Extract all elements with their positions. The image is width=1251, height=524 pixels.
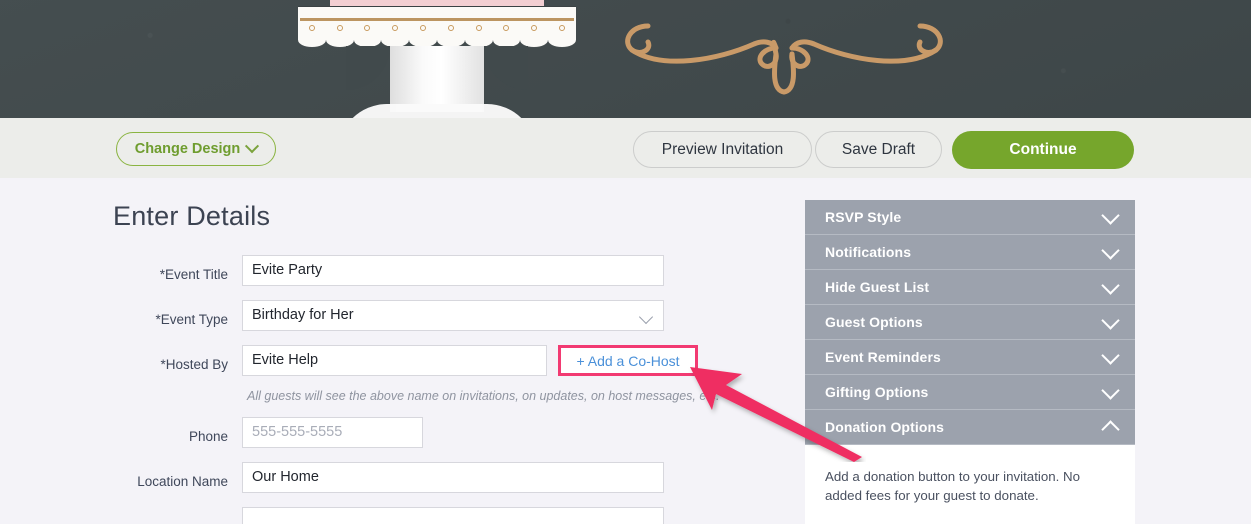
cake-script-text: Cheers: [344, 0, 530, 2]
form-row-phone: Phone: [0, 417, 800, 448]
evite-create-event-page: Cheers: [0, 0, 1251, 524]
preview-invitation-button[interactable]: Preview Invitation: [633, 131, 812, 168]
accordion-notifications[interactable]: Notifications: [805, 235, 1135, 270]
hosted-by-input[interactable]: [242, 345, 547, 376]
cake-illustration: Cheers: [298, 0, 576, 118]
accordion-label: Gifting Options: [825, 384, 929, 400]
chevron-up-icon: [1101, 419, 1120, 439]
chevron-down-icon: [1101, 310, 1120, 330]
chevron-down-icon: [1101, 205, 1120, 225]
donation-options-body: Add a donation button to your invitation…: [805, 445, 1135, 524]
add-co-host-link[interactable]: + Add a Co-Host: [558, 345, 698, 376]
location-name-label: Location Name: [137, 474, 228, 489]
accordion-event-reminders[interactable]: Event Reminders: [805, 340, 1135, 375]
phone-input[interactable]: [242, 417, 423, 448]
accordion-label: Notifications: [825, 244, 912, 260]
gold-flourish-icon: [625, 23, 943, 95]
chevron-down-icon: [1101, 345, 1120, 365]
cake-stand-gold-line: [300, 18, 574, 21]
change-design-button[interactable]: Change Design: [116, 132, 276, 166]
chevron-down-icon: [1101, 240, 1120, 260]
accordion-donation-options[interactable]: Donation Options: [805, 410, 1135, 445]
page-title: Enter Details: [113, 201, 271, 231]
save-draft-button[interactable]: Save Draft: [815, 131, 942, 168]
cake-stand-gold-dots: [298, 24, 576, 32]
event-title-input[interactable]: [242, 255, 664, 286]
chevron-down-icon: [1101, 380, 1120, 400]
accordion-guest-options[interactable]: Guest Options: [805, 305, 1135, 340]
form-row-location-name: Location Name: [0, 462, 800, 493]
accordion-label: Guest Options: [825, 314, 923, 330]
change-design-label: Change Design: [134, 141, 241, 157]
continue-button[interactable]: Continue: [952, 131, 1134, 169]
chevron-down-icon: [245, 139, 260, 154]
event-options-panel: RSVP Style Notifications Hide Guest List…: [805, 200, 1135, 524]
event-title-label: *Event Title: [159, 267, 228, 282]
phone-label: Phone: [188, 429, 228, 444]
form-row-event-title: *Event Title: [0, 255, 800, 286]
accordion-label: Hide Guest List: [825, 279, 930, 295]
cake-stand-stem: [346, 46, 528, 112]
event-type-select[interactable]: [242, 300, 664, 331]
address-input[interactable]: [242, 507, 664, 524]
accordion-label: Donation Options: [825, 419, 945, 435]
form-row-event-type: *Event Type: [0, 300, 800, 331]
accordion-label: Event Reminders: [825, 349, 941, 365]
form-row-address: [0, 507, 800, 524]
accordion-label: RSVP Style: [825, 209, 902, 225]
invitation-design-banner[interactable]: Cheers: [0, 0, 1251, 118]
location-name-input[interactable]: [242, 462, 664, 493]
hosted-by-label: *Hosted By: [160, 357, 228, 372]
form-row-hosted-by: *Hosted By + Add a Co-Host: [0, 345, 800, 376]
event-type-select-wrap[interactable]: [242, 300, 664, 331]
accordion-rsvp-style[interactable]: RSVP Style: [805, 200, 1135, 235]
cake-stand-foot: [338, 104, 536, 118]
event-type-label: *Event Type: [155, 312, 228, 327]
hosted-by-helper-text: All guests will see the above name on in…: [247, 389, 720, 403]
accordion-hide-guest-list[interactable]: Hide Guest List: [805, 270, 1135, 305]
chevron-down-icon: [1101, 275, 1120, 295]
address-label: [0, 507, 228, 519]
accordion-gifting-options[interactable]: Gifting Options: [805, 375, 1135, 410]
